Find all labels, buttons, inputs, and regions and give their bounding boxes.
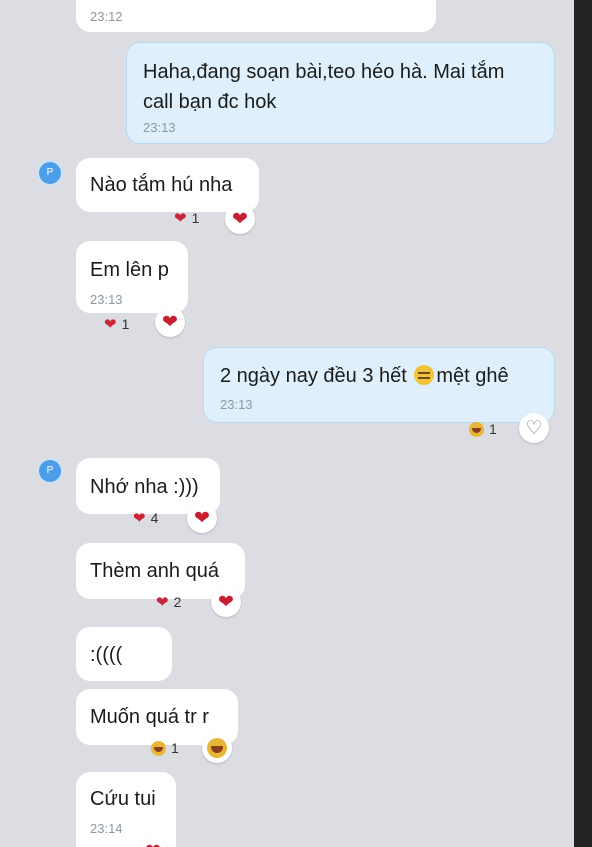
reaction-count[interactable]: ❤ 4 xyxy=(133,510,158,526)
react-button[interactable] xyxy=(202,733,232,763)
heart-icon: ❤ xyxy=(133,509,146,527)
message-text: Nhớ nha :))) xyxy=(90,476,199,498)
reaction-count-value: 1 xyxy=(489,421,497,437)
laughing-face-icon xyxy=(151,740,166,756)
message-bubble-outgoing[interactable]: 2 ngày nay đều 3 hết mệt ghê 23:13 xyxy=(203,347,555,423)
laughing-face-icon xyxy=(207,738,227,758)
heart-icon: ❤ xyxy=(194,507,210,529)
message-text: 2 ngày nay đều 3 hết xyxy=(220,365,407,387)
reaction-count-value: 2 xyxy=(173,594,182,610)
expressionless-face-icon xyxy=(414,365,435,385)
message-time: 23:14 xyxy=(90,821,123,836)
reaction-count[interactable]: ❤ 1 xyxy=(104,316,129,332)
reaction-count-value: 4 xyxy=(150,510,159,526)
message-bubble-incoming[interactable]: :(((( xyxy=(76,627,172,681)
react-button[interactable]: ♡ xyxy=(519,413,549,443)
reaction-count-value: 1 xyxy=(121,316,130,332)
reaction-count-value: 1 xyxy=(171,740,179,756)
laughing-face-icon xyxy=(469,421,484,437)
reaction-count[interactable]: ❤ 2 xyxy=(156,594,181,610)
message-text: Thèm anh quá xyxy=(90,560,219,582)
avatar[interactable]: P xyxy=(37,160,63,186)
message-text: Nào tắm hú nha xyxy=(90,174,233,196)
heart-icon: ❤ xyxy=(156,593,169,611)
message-bubble-incoming[interactable]: 23:12 xyxy=(76,0,436,32)
heart-icon: ❤ xyxy=(232,208,248,230)
heart-icon: ❤ xyxy=(145,842,161,847)
message-text: Em lên p xyxy=(90,259,169,281)
message-bubble-incoming[interactable]: Em lên p 23:13 xyxy=(76,241,188,313)
reaction-count-value: 1 xyxy=(191,210,200,226)
message-text: mệt ghê xyxy=(436,365,509,387)
reaction-count[interactable]: 1 xyxy=(151,740,179,756)
message-time: 23:13 xyxy=(220,397,253,412)
heart-icon: ❤ xyxy=(162,311,178,333)
message-text: Muốn quá tr r xyxy=(90,706,209,728)
heart-icon: ❤ xyxy=(174,209,187,227)
react-button[interactable]: ❤ xyxy=(211,587,241,617)
reaction-count[interactable]: ❤ 1 xyxy=(174,210,199,226)
avatar[interactable]: P xyxy=(37,458,63,484)
message-bubble-incoming[interactable]: Nào tắm hú nha xyxy=(76,158,259,212)
message-time: 23:13 xyxy=(90,292,123,307)
react-button[interactable]: ❤ xyxy=(225,204,255,234)
message-bubble-outgoing[interactable]: Haha,đang soạn bài,teo héo hà. Mai tắm c… xyxy=(126,42,555,144)
message-text: Haha,đang soạn bài,teo héo hà. Mai tắm c… xyxy=(143,61,505,113)
screen-edge xyxy=(574,0,592,847)
heart-outline-icon: ♡ xyxy=(525,417,543,439)
heart-icon: ❤ xyxy=(218,591,234,613)
message-time: 23:12 xyxy=(90,9,123,24)
react-button[interactable]: ❤ xyxy=(187,503,217,533)
message-text: :(((( xyxy=(90,644,123,666)
heart-icon: ❤ xyxy=(104,315,117,333)
chat-screen: 23:12 Haha,đang soạn bài,teo héo hà. Mai… xyxy=(0,0,574,847)
react-button[interactable]: ❤ xyxy=(155,307,185,337)
message-text: Cứu tui xyxy=(90,788,156,810)
reaction-count[interactable]: 1 xyxy=(469,421,497,437)
message-time: 23:13 xyxy=(143,120,176,135)
message-bubble-incoming[interactable]: Cứu tui 23:14 xyxy=(76,772,176,847)
